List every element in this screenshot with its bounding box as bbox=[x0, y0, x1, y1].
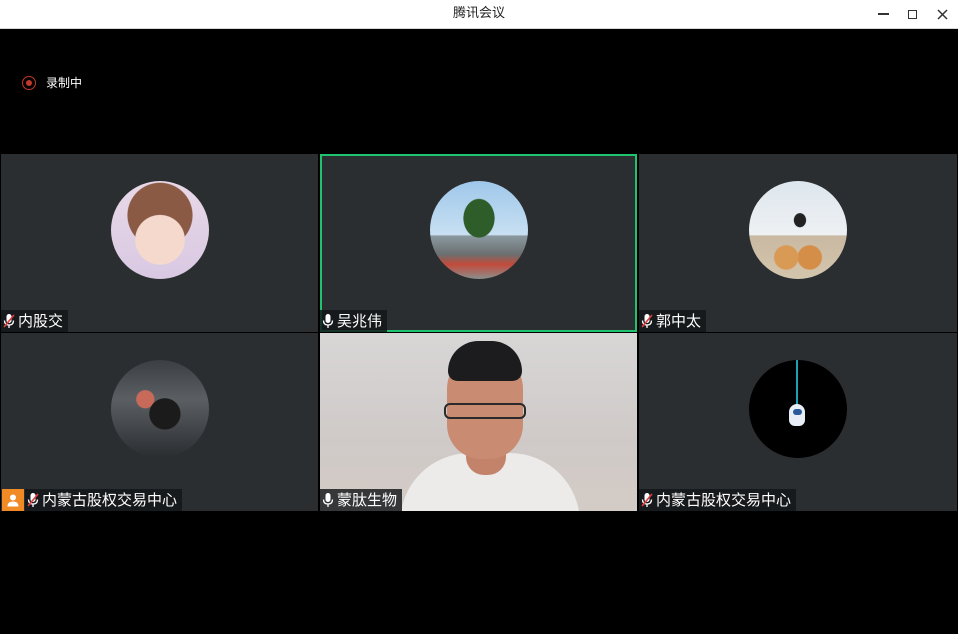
tree-avatar bbox=[429, 181, 528, 279]
title-bar: 腾讯会议 bbox=[0, 0, 958, 29]
participant-name-tag: 内股交 bbox=[1, 310, 69, 332]
recording-indicator: 录制中 bbox=[22, 74, 82, 91]
participant-name: 蒙肽生物 bbox=[337, 491, 398, 509]
video-person-glasses bbox=[444, 403, 526, 419]
astronaut-visor bbox=[793, 409, 802, 415]
participant-tile-active[interactable]: 吴兆伟 bbox=[320, 154, 637, 332]
participant-tile-video[interactable]: 蒙肽生物 bbox=[320, 333, 637, 511]
participant-name-tag: 吴兆伟 bbox=[320, 310, 388, 332]
meeting-stage: 录制中 内股交 吴兆伟 郭中太 内蒙古股权交易中心 蒙肽生物 内蒙古股权交易中心 bbox=[1, 29, 957, 634]
record-icon bbox=[22, 75, 36, 90]
dogs-avatar bbox=[749, 181, 847, 279]
participant-tile[interactable]: 内蒙古股权交易中心 bbox=[639, 333, 957, 511]
maximize-button[interactable] bbox=[897, 0, 927, 28]
astronaut-string bbox=[796, 360, 798, 406]
maximize-icon bbox=[907, 9, 917, 19]
window-title: 腾讯会议 bbox=[452, 6, 505, 21]
recording-label: 录制中 bbox=[46, 76, 83, 90]
video-person-hair bbox=[448, 341, 522, 381]
video-feed bbox=[320, 333, 637, 511]
participant-name: 内蒙古股权交易中心 bbox=[656, 491, 792, 509]
mic-icon bbox=[322, 492, 334, 508]
participant-name: 郭中太 bbox=[656, 312, 702, 330]
host-badge bbox=[2, 489, 24, 511]
person-icon bbox=[7, 494, 19, 507]
participant-name-tag: 内蒙古股权交易中心 bbox=[639, 489, 797, 511]
close-icon bbox=[936, 8, 948, 20]
astronaut-avatar bbox=[749, 360, 847, 458]
participant-tile[interactable]: 内股交 bbox=[1, 154, 318, 332]
participant-name-tag: 内蒙古股权交易中心 bbox=[25, 489, 183, 511]
participant-name: 内股交 bbox=[18, 312, 64, 330]
car-avatar bbox=[110, 360, 209, 458]
participant-name: 吴兆伟 bbox=[337, 312, 383, 330]
mic-muted-icon bbox=[3, 313, 15, 329]
participant-tile[interactable]: 郭中太 bbox=[639, 154, 957, 332]
mic-muted-icon bbox=[27, 492, 39, 508]
girl-avatar bbox=[110, 181, 209, 279]
mic-muted-icon bbox=[641, 492, 653, 508]
minimize-icon bbox=[877, 13, 889, 15]
close-button[interactable] bbox=[927, 0, 957, 28]
mic-muted-icon bbox=[641, 313, 653, 329]
participant-name-tag: 蒙肽生物 bbox=[320, 489, 403, 511]
mic-icon bbox=[322, 313, 334, 329]
minimize-button[interactable] bbox=[868, 0, 898, 28]
astronaut-body bbox=[789, 404, 805, 426]
participant-name-tag: 郭中太 bbox=[639, 310, 707, 332]
participant-name: 内蒙古股权交易中心 bbox=[42, 491, 178, 509]
participant-tile[interactable]: 内蒙古股权交易中心 bbox=[1, 333, 318, 511]
